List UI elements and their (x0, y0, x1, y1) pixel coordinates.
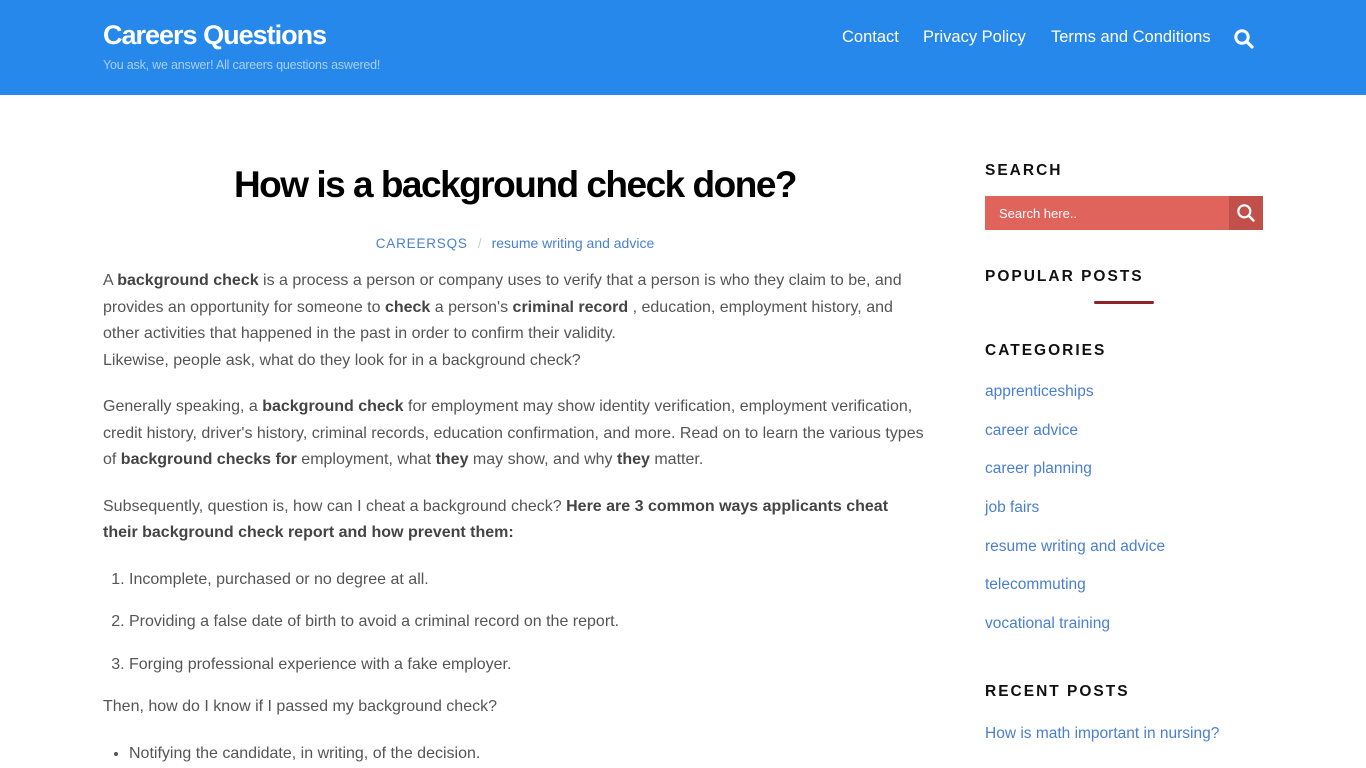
paragraph-intro: A background check is a process a person… (103, 272, 902, 369)
search-icon (1234, 29, 1254, 49)
site-header: Careers Questions You ask, we answer! Al… (0, 0, 1366, 95)
header-search-button[interactable] (1233, 28, 1255, 50)
site-title-link[interactable]: Careers Questions (103, 20, 327, 51)
notification-list: Notifying the candidate, in writing, of … (103, 741, 927, 768)
recent-post-link[interactable]: How is math important in nursing? (985, 725, 1219, 743)
post-category-link[interactable]: resume writing and advice (492, 235, 655, 251)
sidebar-search-form (985, 196, 1263, 230)
sidebar-search-input[interactable] (985, 196, 1229, 230)
category-item: apprenticeships (985, 383, 1165, 422)
category-link-job-fairs[interactable]: job fairs (985, 499, 1039, 516)
category-item: career advice (985, 422, 1165, 461)
category-item: vocational training (985, 615, 1165, 654)
category-link-telecommuting[interactable]: telecommuting (985, 576, 1086, 593)
nav-link-contact[interactable]: Contact (842, 28, 899, 47)
category-item: resume writing and advice (985, 538, 1165, 577)
widget-title-popular-posts: POPULAR POSTS (985, 268, 1144, 285)
nav-link-terms-and-conditions[interactable]: Terms and Conditions (1051, 28, 1211, 47)
paragraph-passed: Then, how do I know if I passed my backg… (103, 698, 497, 715)
list-item: Forging professional experience with a f… (129, 652, 927, 679)
category-link-resume-writing[interactable]: resume writing and advice (985, 538, 1165, 555)
meta-separator: / (477, 235, 482, 251)
paragraph-cheat: Subsequently, question is, how can I che… (103, 497, 889, 542)
paragraph-look-for: Generally speaking, a background check f… (103, 398, 924, 468)
post-title: How is a background check done? (233, 164, 798, 205)
category-link-career-advice[interactable]: career advice (985, 422, 1078, 439)
site-tagline: You ask, we answer! All careers question… (103, 58, 381, 72)
title-underline-divider (1094, 301, 1154, 304)
list-item: Providing a false date of birth to avoid… (129, 609, 927, 636)
nav-link-privacy-policy[interactable]: Privacy Policy (923, 28, 1026, 47)
category-item: career planning (985, 460, 1165, 499)
categories-list: apprenticeships career advice career pla… (985, 383, 1165, 654)
list-item: Incomplete, purchased or no degree at al… (129, 567, 927, 594)
category-item: telecommuting (985, 576, 1165, 615)
widget-title-search: SEARCH (985, 162, 1063, 179)
widget-title-recent-posts: RECENT POSTS (985, 683, 1130, 700)
widget-title-categories: CATEGORIES (985, 342, 1107, 359)
list-item: Notifying the candidate, in writing, of … (129, 741, 927, 768)
sidebar-search-button[interactable] (1229, 196, 1263, 230)
category-item: job fairs (985, 499, 1165, 538)
category-link-vocational-training[interactable]: vocational training (985, 615, 1110, 632)
category-link-apprenticeships[interactable]: apprenticeships (985, 383, 1094, 400)
cheat-ways-list: Incomplete, purchased or no degree at al… (103, 567, 927, 679)
post-meta: CAREERSQS / resume writing and advice (103, 235, 927, 251)
search-icon (1237, 204, 1255, 222)
category-link-career-planning[interactable]: career planning (985, 460, 1092, 477)
post-author-link[interactable]: CAREERSQS (376, 236, 468, 251)
post-content: A background check is a process a person… (103, 268, 927, 767)
